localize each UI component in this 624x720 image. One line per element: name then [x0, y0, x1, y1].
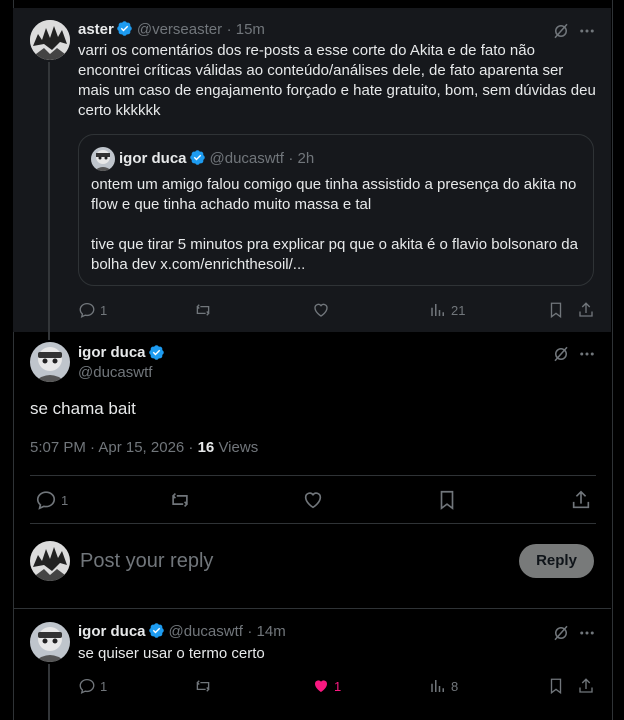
- quote-author-name: igor duca: [119, 150, 187, 167]
- quote-post-time: · 2h: [288, 150, 315, 167]
- share-icon: [572, 490, 590, 509]
- repost-button[interactable]: [169, 489, 191, 511]
- views-count: 16: [197, 439, 215, 456]
- repost-button[interactable]: [194, 301, 212, 319]
- like-button[interactable]: 1: [312, 677, 341, 695]
- grok-icon[interactable]: [551, 21, 571, 41]
- reply-button[interactable]: 1: [78, 677, 107, 695]
- verified-badge-icon: [189, 149, 206, 172]
- bookmark-icon: [550, 302, 562, 319]
- author-handle[interactable]: @verseaster: [137, 21, 222, 38]
- reply-button[interactable]: 1: [78, 301, 107, 319]
- reply-icon: [79, 302, 95, 318]
- grok-icon[interactable]: [551, 344, 571, 364]
- share-icon: [579, 678, 593, 693]
- repost-icon: [171, 492, 189, 508]
- thread-line: [48, 62, 50, 340]
- author-handle[interactable]: @ducaswtf: [169, 623, 243, 640]
- grok-icon[interactable]: [551, 623, 571, 643]
- repost-icon: [196, 304, 210, 316]
- quote-author-handle: @ducaswtf: [209, 150, 284, 167]
- quote-avatar[interactable]: [91, 147, 115, 171]
- post-time[interactable]: · 14m: [247, 623, 285, 640]
- avatar[interactable]: [30, 622, 70, 662]
- post-text: se quiser usar o termo certo: [78, 645, 265, 662]
- thread-line: [48, 664, 50, 720]
- author-name[interactable]: igor duca: [78, 623, 146, 640]
- share-button[interactable]: [570, 489, 592, 511]
- views-label: Views: [214, 439, 259, 456]
- repost-button[interactable]: [194, 677, 212, 695]
- reply-count: 1: [61, 492, 69, 508]
- avatar[interactable]: [30, 541, 70, 581]
- author-name[interactable]: aster: [78, 21, 114, 38]
- parent-post-actions: 1 21: [78, 300, 598, 320]
- views-button[interactable]: 21: [429, 301, 465, 319]
- more-options-icon[interactable]: [577, 21, 597, 41]
- avatar[interactable]: [30, 342, 70, 382]
- reply-input[interactable]: Post your reply: [80, 548, 213, 574]
- post-meta: 5:07 PM · Apr 15, 2026 · 16 Views: [30, 438, 258, 458]
- views-button[interactable]: 8: [429, 677, 458, 695]
- reply-count: 1: [100, 302, 108, 318]
- views-icon: [431, 680, 444, 692]
- quote-header: igor duca @ducaswtf · 2h: [119, 149, 314, 169]
- main-post-text: se chama bait: [30, 399, 136, 418]
- reply-post-header: igor duca @ducaswtf · 14m: [78, 622, 286, 642]
- share-button[interactable]: [577, 677, 595, 695]
- more-options-icon[interactable]: [577, 344, 597, 364]
- reply-count: 1: [100, 678, 108, 694]
- section-divider: [13, 608, 611, 609]
- repost-icon: [196, 680, 210, 692]
- reply-icon: [36, 491, 56, 510]
- reply-post-actions: 1 1 8: [78, 676, 598, 696]
- author-handle[interactable]: @ducaswtf: [78, 363, 152, 383]
- avatar[interactable]: [30, 20, 70, 60]
- bookmark-button[interactable]: [436, 489, 458, 511]
- like-button[interactable]: [312, 301, 330, 319]
- bookmark-button[interactable]: [547, 677, 565, 695]
- reply-icon: [79, 678, 95, 694]
- author-name[interactable]: igor duca: [78, 343, 146, 363]
- heart-filled-icon: [315, 680, 327, 692]
- bookmark-icon: [440, 490, 454, 510]
- post-time[interactable]: · 15m: [227, 21, 265, 38]
- reply-button[interactable]: Reply: [519, 544, 594, 578]
- views-icon: [431, 304, 444, 316]
- verified-badge-icon: [148, 622, 165, 645]
- divider: [30, 523, 596, 524]
- like-button[interactable]: [302, 489, 324, 511]
- quote-text-paragraph-1: ontem um amigo falou comigo que tinha as…: [91, 176, 577, 213]
- views-count: 8: [451, 678, 459, 694]
- like-count: 1: [334, 678, 342, 694]
- bookmark-button[interactable]: [547, 301, 565, 319]
- post-text: varri os comentários dos re-posts a esse…: [78, 42, 596, 119]
- bookmark-icon: [550, 678, 562, 695]
- views-count: 21: [451, 302, 466, 318]
- share-button[interactable]: [577, 301, 595, 319]
- reply-button[interactable]: 1: [35, 489, 68, 511]
- main-post-actions: 1: [30, 489, 596, 511]
- heart-icon: [304, 492, 322, 509]
- post-timestamp[interactable]: 5:07 PM · Apr 15, 2026 ·: [30, 439, 198, 456]
- verified-badge-icon: [116, 20, 133, 43]
- quote-text-paragraph-2: tive que tirar 5 minutos pra explicar pq…: [91, 236, 578, 273]
- divider: [30, 475, 596, 476]
- more-options-icon[interactable]: [577, 623, 597, 643]
- heart-icon: [314, 303, 328, 317]
- parent-post-header: aster @verseaster · 15m: [78, 20, 265, 40]
- share-icon: [579, 302, 593, 317]
